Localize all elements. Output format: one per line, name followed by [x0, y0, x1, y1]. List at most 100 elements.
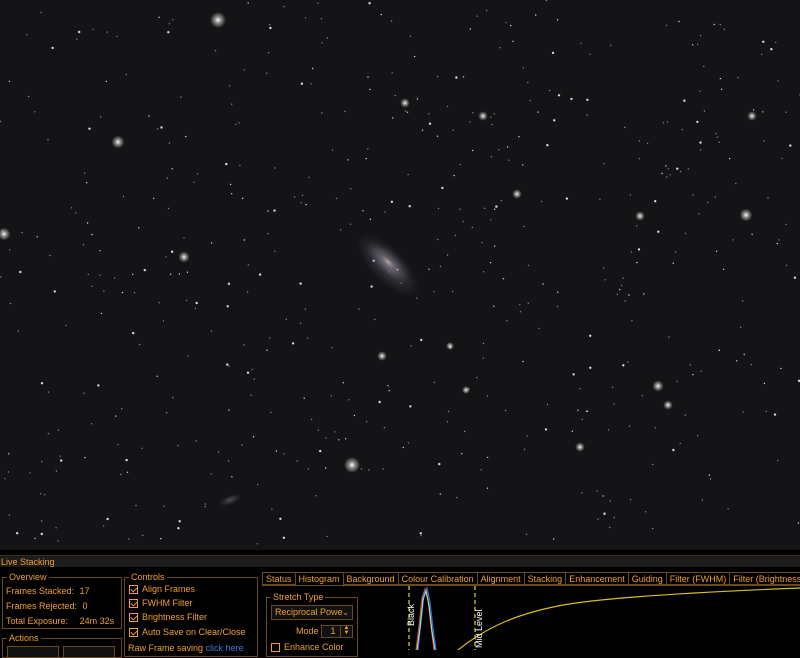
star	[382, 468, 384, 470]
star	[267, 232, 269, 235]
star	[40, 493, 42, 495]
star	[579, 388, 581, 390]
star	[735, 182, 737, 185]
star	[76, 38, 78, 40]
raw-frame-saving-link[interactable]: click here	[206, 643, 244, 653]
star	[120, 473, 122, 476]
star	[267, 52, 270, 54]
star	[315, 495, 317, 497]
brightness-filter-option[interactable]: Brightness Filter	[129, 612, 207, 623]
brightness-filter-checkbox[interactable]	[129, 613, 138, 623]
star	[446, 421, 449, 423]
tab-enhancement[interactable]: Enhancement	[565, 572, 629, 585]
star	[275, 450, 278, 452]
fwhm-filter-option[interactable]: FWHM Filter	[129, 598, 193, 609]
align-frames-option[interactable]: Align Frames	[129, 584, 195, 595]
mid-level-label: Mid Level	[474, 609, 484, 648]
star	[366, 421, 368, 423]
star	[627, 361, 629, 363]
stepper-arrows-icon[interactable]: ▲ ▼	[340, 625, 352, 637]
star	[241, 197, 244, 199]
star	[719, 77, 722, 80]
star	[362, 210, 364, 212]
star	[523, 225, 525, 228]
stretch-type-title: Stretch Type	[271, 592, 326, 602]
star	[785, 264, 788, 266]
action-button-2[interactable]	[63, 646, 115, 658]
star	[727, 508, 729, 510]
star	[504, 409, 507, 412]
star	[512, 40, 514, 42]
star	[763, 140, 765, 142]
star	[527, 81, 529, 84]
star	[310, 83, 312, 85]
fwhm-filter-checkbox[interactable]	[129, 599, 138, 609]
star	[522, 67, 524, 69]
tab-filter-fwhm[interactable]: Filter (FWHM)	[665, 572, 731, 585]
star	[142, 534, 144, 537]
star	[239, 164, 241, 167]
tab-guiding[interactable]: Guiding	[627, 572, 667, 585]
star	[674, 251, 677, 253]
enhance-color-checkbox[interactable]	[271, 643, 280, 653]
star	[644, 511, 647, 513]
star	[703, 110, 706, 112]
star	[47, 432, 50, 435]
star	[490, 156, 493, 158]
star	[760, 53, 763, 56]
star	[391, 72, 393, 74]
star	[305, 203, 307, 206]
tab-background[interactable]: Background	[342, 572, 399, 585]
tab-colour-calibration[interactable]: Colour Calibration	[397, 572, 478, 585]
stacked-image-view[interactable]	[0, 0, 800, 550]
star	[231, 476, 233, 478]
star	[368, 2, 371, 5]
auto-save-checkbox[interactable]	[129, 628, 138, 638]
auto-save-option[interactable]: Auto Save on Clear/Close	[129, 627, 246, 638]
star	[172, 396, 174, 399]
star	[692, 44, 694, 46]
star	[480, 469, 482, 471]
star	[300, 322, 302, 324]
star	[652, 527, 654, 530]
star	[699, 141, 702, 144]
star	[269, 26, 272, 30]
star	[195, 440, 197, 442]
star	[407, 442, 410, 444]
star	[29, 472, 31, 474]
frames-stacked-value: 17	[79, 586, 90, 596]
galaxy-halo	[355, 232, 421, 298]
star	[321, 112, 323, 114]
star	[246, 291, 249, 293]
star	[490, 116, 492, 118]
star	[416, 297, 418, 299]
histogram-display[interactable]: Black Mid Level	[398, 586, 800, 651]
star	[349, 223, 352, 225]
star	[773, 413, 777, 416]
bright-star	[663, 400, 673, 410]
align-frames-checkbox[interactable]	[129, 585, 138, 595]
star	[410, 345, 412, 347]
action-button-1[interactable]	[7, 646, 59, 658]
star	[87, 273, 90, 276]
star	[158, 16, 160, 18]
bright-star	[747, 111, 757, 121]
star	[0, 276, 2, 278]
enhance-color-option[interactable]: Enhance Color	[271, 642, 344, 653]
star	[486, 456, 489, 459]
tab-filter-brightness[interactable]: Filter (Brightness)	[729, 572, 800, 585]
star	[409, 35, 412, 37]
star	[125, 74, 128, 76]
tab-alignment[interactable]: Alignment	[476, 572, 525, 585]
star	[483, 207, 486, 209]
mode-stepper[interactable]: 1 ▲ ▼	[321, 625, 353, 638]
tab-stacking[interactable]: Stacking	[523, 572, 567, 585]
star	[701, 499, 704, 501]
star	[378, 400, 381, 404]
tab-status[interactable]: Status	[262, 572, 296, 585]
star	[597, 518, 599, 520]
star	[49, 254, 51, 257]
star	[557, 94, 561, 97]
bright-star	[178, 251, 190, 263]
stretch-type-select[interactable]: Reciprocal Power ⌄	[271, 605, 353, 620]
